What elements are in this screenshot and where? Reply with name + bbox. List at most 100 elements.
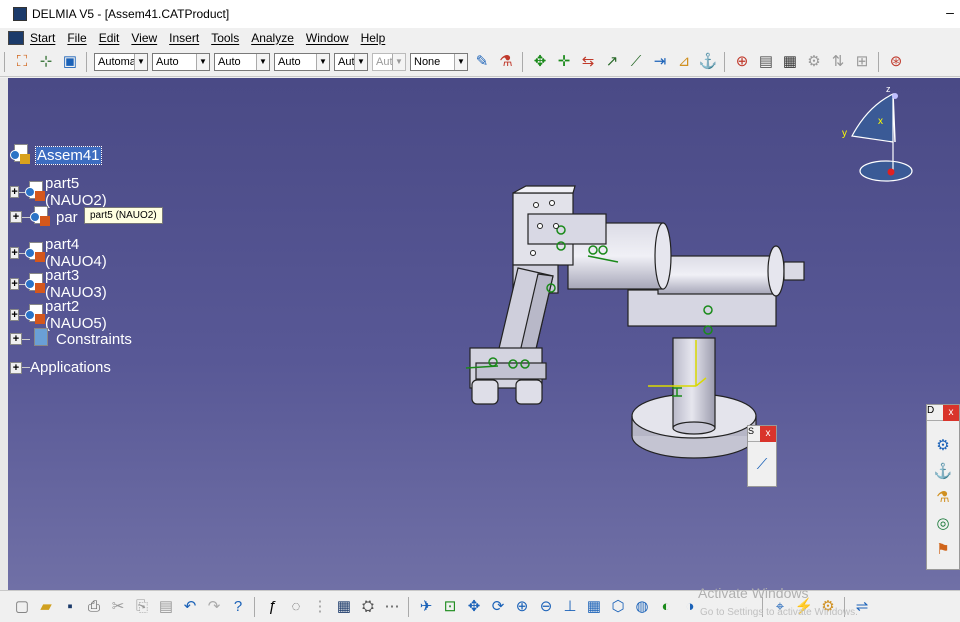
tree-item-part2[interactable]: + part2 (NAUO5) [10,298,118,332]
combo-2[interactable]: Auto ▼ [152,52,210,71]
3d-viewport[interactable] [8,78,960,590]
tree-item-part3[interactable]: + part3 (NAUO3) [10,267,118,301]
toolbar-separator [408,596,410,617]
mechanism-icon[interactable]: ⚙ [933,435,953,455]
open-file-icon[interactable]: ▰ [36,597,56,617]
swap-visible-icon[interactable]: ◑ [680,597,700,617]
combo-3[interactable]: Auto ▼ [214,52,270,71]
coincidence-icon[interactable]: ↗ [602,52,622,72]
floating-toolbar-right[interactable]: D x ⚙ ⚓ ⚗ ◎ ⚑ [926,404,960,570]
tree-item-part5[interactable]: + part5 (NAUO2) [10,175,118,209]
menu-edit[interactable]: Edit [99,31,120,45]
normal-view-icon[interactable]: ⊥ [560,597,580,617]
zoom-in-icon[interactable]: ⊕ [512,597,532,617]
combo-7[interactable]: None ▼ [410,52,468,71]
tree-root-label: Assem41 [35,145,102,165]
fit-all-icon[interactable]: ⊡ [440,597,460,617]
menu-view[interactable]: View [131,31,157,45]
pan-icon[interactable]: ✥ [464,597,484,617]
material-icon[interactable]: ⚗ [496,52,516,72]
tree-item-constraints[interactable]: + Constraints [10,328,132,350]
whats-this-icon[interactable]: ? [228,597,248,617]
redo-icon[interactable]: ↷ [204,597,224,617]
menu-tools[interactable]: Tools [211,31,239,45]
frame-icon[interactable]: ▣ [60,52,80,72]
compass-x-label: x [878,116,883,127]
undo-icon[interactable]: ↶ [180,597,200,617]
menu-start[interactable]: Start [30,31,55,45]
tree-item-part[interactable]: + par [10,206,78,228]
menu-window[interactable]: Window [306,31,349,45]
menu-file[interactable]: File [67,31,86,45]
hide-show-icon[interactable]: ⋮ [310,597,330,617]
expand-icon[interactable]: + [10,278,20,290]
more-tools-icon[interactable]: ⊛ [886,52,906,72]
expand-icon[interactable]: + [10,309,20,321]
shading-icon[interactable]: ◍ [632,597,652,617]
reorder-icon[interactable]: ⇅ [828,52,848,72]
new-product-icon[interactable]: ▤ [756,52,776,72]
chevron-down-icon: ▼ [134,53,147,70]
start-menu-icon[interactable] [8,30,24,45]
law-icon[interactable]: ⚑ [933,539,953,559]
expand-icon[interactable]: + [10,333,22,345]
tree-item-part4[interactable]: + part4 (NAUO4) [10,236,118,270]
comment-icon[interactable]: ◌ [286,597,306,617]
robot-arm-model[interactable] [8,78,960,590]
spiral-icon[interactable]: ◎ [933,513,953,533]
smart-move-icon[interactable]: ⇆ [578,52,598,72]
new-part-icon[interactable]: ▦ [780,52,800,72]
tree-root[interactable]: Assem41 [10,144,102,166]
chevron-down-icon: ▼ [256,53,269,70]
measure-icon[interactable]: ⟋ [752,454,772,474]
expand-icon[interactable]: + [10,211,22,223]
multi-view-icon[interactable]: ▦ [584,597,604,617]
paint-icon[interactable]: ✎ [472,52,492,72]
table-icon[interactable]: ▦ [334,597,354,617]
left-edge [0,78,8,590]
new-file-icon[interactable]: ▢ [12,597,32,617]
catalog-icon[interactable]: ⛭ [358,597,378,617]
menu-insert[interactable]: Insert [169,31,199,45]
combo-1[interactable]: Automa ▼ [94,52,148,71]
minimize-button[interactable]: – [942,4,958,20]
paste-icon[interactable]: ▤ [156,597,176,617]
print-icon[interactable]: ⎙ [84,597,104,617]
angle-icon[interactable]: ⊿ [674,52,694,72]
joint-icon[interactable]: ⚓ [933,461,953,481]
compass-widget[interactable]: z x y [838,84,918,188]
iso-view-icon[interactable]: ⬡ [608,597,628,617]
fly-icon[interactable]: ✈ [416,597,436,617]
close-icon[interactable]: x [943,405,959,421]
formula-icon[interactable]: ƒ [262,597,282,617]
combo-5[interactable]: Aut ▼ [334,52,368,71]
select-tree-icon[interactable]: ⛶ [12,52,32,72]
expand-icon[interactable]: + [10,361,22,374]
floating-toolbar-title: D [927,405,935,416]
insert-component-icon[interactable]: ⊕ [732,52,752,72]
menu-help[interactable]: Help [361,31,386,45]
fix-icon[interactable]: ⚓ [698,52,718,72]
replace-icon[interactable]: ⚙ [804,52,824,72]
cut-icon[interactable]: ✂ [108,597,128,617]
rotate-icon[interactable]: ⟳ [488,597,508,617]
hide-icon[interactable]: ◐ [656,597,676,617]
expand-icon[interactable]: + [10,247,20,259]
expand-icon[interactable]: + [10,186,20,198]
offset-icon[interactable]: ⇥ [650,52,670,72]
contact-icon[interactable]: ⟋ [626,52,646,72]
tree-item-applications[interactable]: + Applications [10,359,111,376]
copy-icon[interactable]: ⎘ [132,597,152,617]
zoom-out-icon[interactable]: ⊖ [536,597,556,617]
snap-icon[interactable]: ✛ [554,52,574,72]
floating-toolbar-small[interactable]: S x ⟋ [747,425,777,487]
close-icon[interactable]: x [760,426,776,442]
combo-4[interactable]: Auto ▼ [274,52,330,71]
axis-icon[interactable]: ⊹ [36,52,56,72]
move-icon[interactable]: ✥ [530,52,550,72]
simulation-icon[interactable]: ⚗ [933,487,953,507]
save-icon[interactable]: ▪ [60,597,80,617]
menu-analyze[interactable]: Analyze [251,31,294,45]
tree-expand-icon[interactable]: ⋯ [382,597,402,617]
numbering-icon[interactable]: ⊞ [852,52,872,72]
